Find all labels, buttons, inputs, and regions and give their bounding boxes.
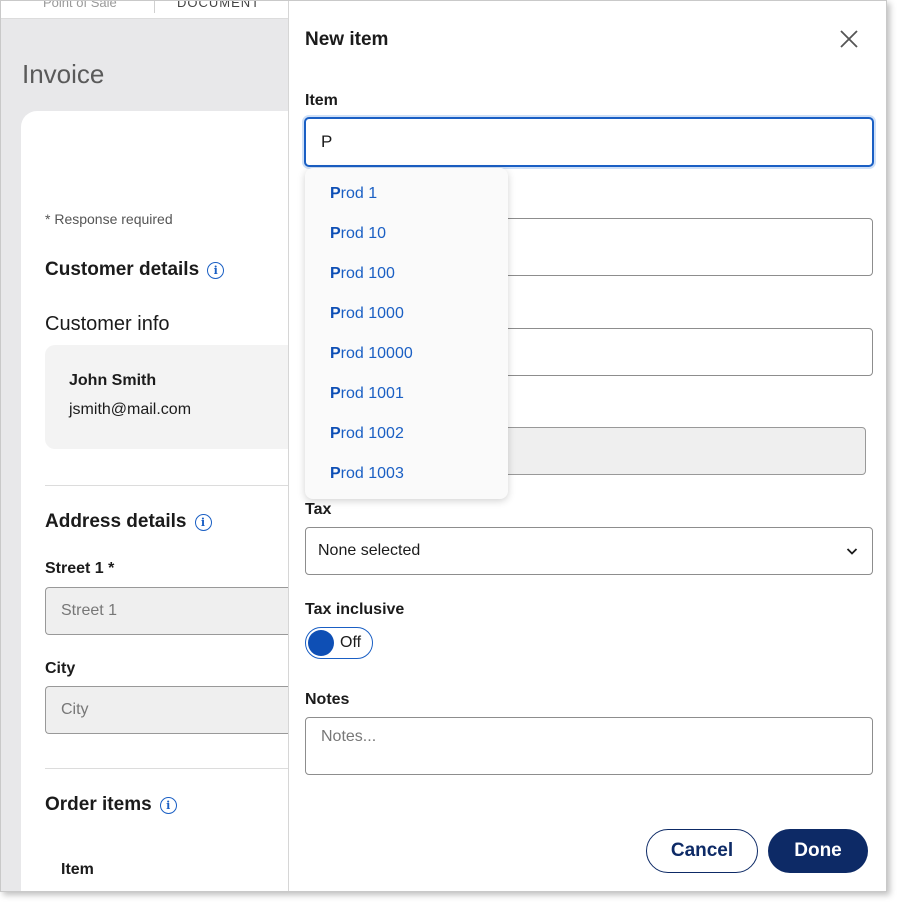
option-match: P: [330, 425, 341, 442]
divider: [45, 485, 315, 486]
close-button[interactable]: [835, 25, 863, 53]
top-bar: Point of Sale DOCUMENT: [1, 0, 301, 19]
item-search-input[interactable]: [304, 117, 874, 167]
order-items-title: Order items: [45, 794, 152, 815]
toggle-knob: [308, 630, 334, 656]
city-label: City: [45, 660, 76, 677]
address-details-title: Address details: [45, 511, 187, 532]
city-input[interactable]: City: [45, 686, 315, 734]
option-rest: rod 1: [340, 185, 378, 202]
option-rest: rod 1001: [340, 385, 404, 402]
customer-name: John Smith: [69, 372, 157, 389]
tax-select[interactable]: None selected: [305, 527, 873, 575]
tax-inclusive-label: Tax inclusive: [305, 601, 405, 618]
street-input[interactable]: Street 1: [45, 587, 315, 635]
option-match: P: [330, 305, 341, 322]
item-label: Item: [305, 92, 338, 109]
page-title: Invoice: [22, 59, 105, 89]
response-required-note: * Response required: [45, 211, 173, 227]
divider: [45, 768, 315, 769]
option-rest: rod 10: [340, 225, 387, 242]
dropdown-option[interactable]: Prod 1002: [305, 414, 508, 454]
info-icon[interactable]: i: [207, 261, 225, 279]
done-button[interactable]: Done: [768, 829, 868, 873]
option-rest: rod 1000: [340, 305, 404, 322]
topbar-document-title: DOCUMENT: [177, 0, 261, 10]
dropdown-option[interactable]: Prod 1003: [305, 454, 508, 494]
dropdown-option[interactable]: Prod 1000: [305, 294, 508, 334]
item-column-header: Item: [61, 861, 94, 878]
option-match: P: [330, 385, 341, 402]
invoice-page: Point of Sale DOCUMENT Invoice * Respons…: [1, 0, 325, 891]
close-icon: [840, 30, 858, 48]
customer-info-heading: Customer info: [45, 313, 170, 335]
address-details-heading: Address details i: [45, 511, 212, 533]
info-icon[interactable]: i: [194, 513, 212, 531]
dropdown-option[interactable]: Prod 100: [305, 254, 508, 294]
dropdown-option[interactable]: Prod 1001: [305, 374, 508, 414]
option-match: P: [330, 345, 341, 362]
dropdown-option[interactable]: Prod 10000: [305, 334, 508, 374]
customer-details-title: Customer details: [45, 259, 200, 280]
dropdown-option[interactable]: Prod 1: [305, 174, 508, 214]
chevron-down-icon: [846, 548, 858, 555]
customer-email: jsmith@mail.com: [69, 401, 192, 418]
option-match: P: [330, 225, 341, 242]
cancel-button[interactable]: Cancel: [646, 829, 758, 873]
invoice-card: * Response required Customer details i C…: [21, 111, 325, 891]
tax-label: Tax: [305, 501, 332, 518]
city-placeholder: City: [61, 701, 89, 718]
customer-details-heading: Customer details i: [45, 259, 225, 281]
app-window: Point of Sale DOCUMENT Invoice * Respons…: [0, 0, 887, 892]
item-autocomplete-dropdown: Prod 1 Prod 10 Prod 100 Prod 1000 Prod 1…: [305, 168, 508, 499]
topbar-separator: [154, 1, 155, 13]
info-icon[interactable]: i: [159, 796, 177, 814]
notes-field[interactable]: [305, 717, 873, 775]
option-match: P: [330, 185, 341, 202]
tax-inclusive-toggle[interactable]: Off: [305, 627, 373, 659]
option-rest: rod 1002: [340, 425, 404, 442]
panel-title: New item: [305, 29, 389, 50]
option-rest: rod 1003: [340, 465, 404, 482]
toggle-state-label: Off: [340, 634, 362, 651]
order-items-heading: Order items i: [45, 794, 177, 816]
option-rest: rod 100: [340, 265, 395, 282]
customer-info-box: John Smith jsmith@mail.com: [45, 345, 325, 449]
option-match: P: [330, 465, 341, 482]
street-placeholder: Street 1: [61, 602, 118, 619]
option-match: P: [330, 265, 341, 282]
tax-selected-value: None selected: [318, 542, 421, 559]
dropdown-option[interactable]: Prod 10: [305, 214, 508, 254]
option-rest: rod 10000: [340, 345, 413, 362]
street-label: Street 1 *: [45, 560, 115, 577]
topbar-breadcrumb[interactable]: Point of Sale: [43, 1, 117, 10]
notes-label: Notes: [305, 691, 350, 708]
